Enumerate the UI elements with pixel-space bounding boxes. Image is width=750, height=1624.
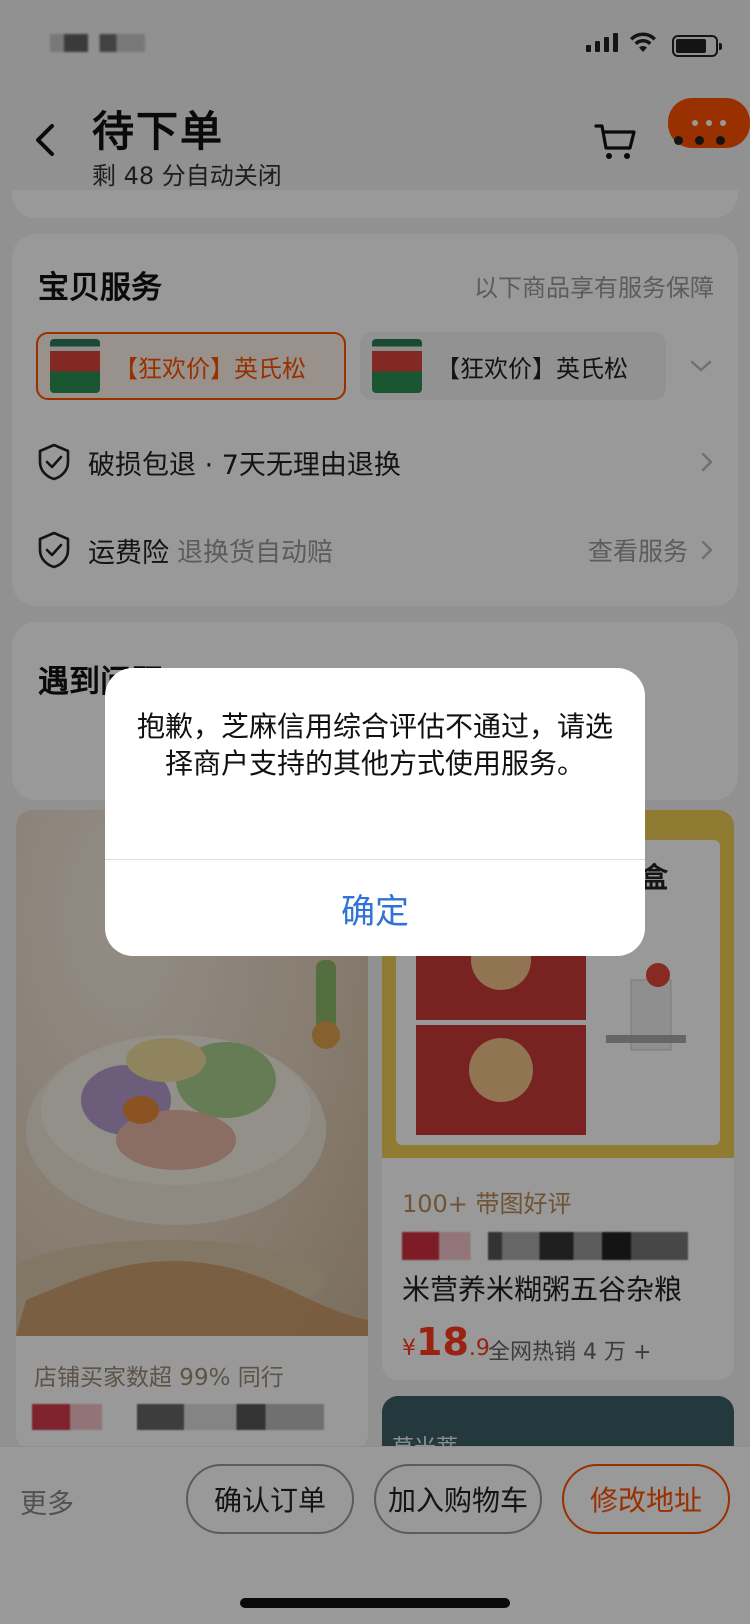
- alert-dialog: 抱歉，芝麻信用综合评估不通过，请选择商户支持的其他方式使用服务。 确定: [105, 668, 645, 956]
- dialog-confirm-button[interactable]: 确定: [105, 860, 645, 956]
- dialog-message: 抱歉，芝麻信用综合评估不通过，请选择商户支持的其他方式使用服务。: [136, 710, 613, 780]
